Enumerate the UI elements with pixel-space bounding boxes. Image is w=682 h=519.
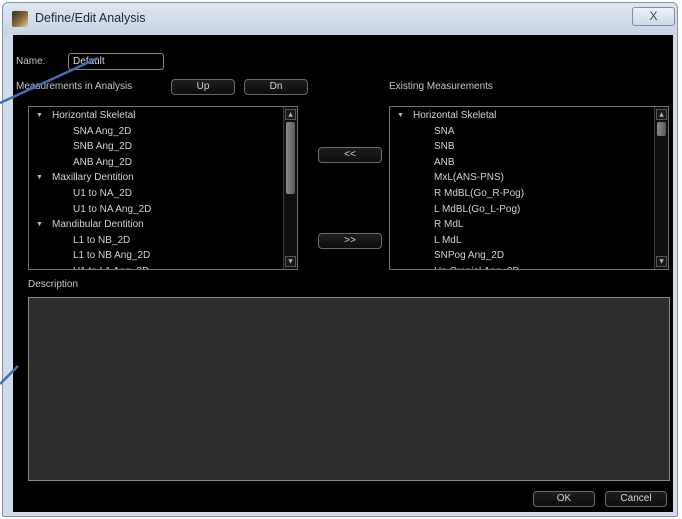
scroll-up-arrow-icon[interactable]: ▲ bbox=[656, 109, 667, 120]
existing-label: Existing Measurements bbox=[389, 81, 493, 92]
left-scrollbar[interactable]: ▲ ▼ bbox=[283, 107, 297, 269]
scroll-down-arrow-icon[interactable]: ▼ bbox=[285, 256, 296, 267]
list-item-label: L1 to NB Ang_2D bbox=[73, 250, 151, 262]
list-item-label: SNPog Ang_2D bbox=[434, 250, 505, 262]
list-item-label: MxL(ANS-PNS) bbox=[434, 172, 505, 184]
analysis-measurements-list[interactable]: ▼ Horizontal Skeletal SNA Ang_2D SNB Ang_2D… bbox=[28, 106, 298, 270]
triangle-down-icon[interactable]: ▼ bbox=[397, 108, 404, 123]
scroll-down-arrow-icon[interactable]: ▼ bbox=[656, 256, 667, 267]
description-label: Description bbox=[28, 279, 79, 290]
remove-measurement-button[interactable]: >> bbox=[318, 233, 382, 249]
up-button[interactable]: Up bbox=[171, 79, 235, 95]
list-item-label: L MdBL(Go_L-Pog) bbox=[434, 203, 521, 215]
list-item-label: L MdL bbox=[434, 234, 462, 246]
list-item-label: U1 to NA_2D bbox=[73, 188, 132, 199]
list-item-label: ANB bbox=[434, 156, 455, 168]
list-item-label: U1 to L1 Ang_2D bbox=[73, 264, 149, 269]
dialog-window: Define/Edit Analysis X Name: Default Mea… bbox=[2, 2, 678, 517]
add-measurement-button[interactable]: << bbox=[318, 147, 382, 163]
triangle-down-icon[interactable]: ▼ bbox=[36, 170, 43, 185]
title-bar[interactable]: Define/Edit Analysis X bbox=[3, 3, 677, 35]
list-item-label: Horizontal Skeletal bbox=[52, 110, 136, 121]
description-textarea[interactable] bbox=[28, 297, 670, 481]
list-item-label: U1 to NA Ang_2D bbox=[73, 203, 152, 215]
list-item-label: R MdL bbox=[434, 219, 464, 231]
existing-measurements-list[interactable]: ▼ Horizontal Skeletal SNA SNB ANB MxL(ANS-PNS… bbox=[389, 106, 669, 270]
window-title: Define/Edit Analysis bbox=[35, 11, 146, 25]
list-item-label: SNB bbox=[434, 141, 455, 153]
list-item-label: SNA Ang_2D bbox=[73, 125, 132, 137]
list-item-label: L1 to NB_2D bbox=[73, 234, 131, 246]
list-item-label: ANB Ang_2D bbox=[73, 156, 132, 168]
scroll-up-arrow-icon[interactable]: ▲ bbox=[285, 109, 296, 120]
ok-button[interactable]: OK bbox=[533, 491, 595, 507]
name-label: Name: bbox=[16, 56, 46, 67]
list-item-label: Up Cranial Ang_2D bbox=[434, 264, 520, 269]
list-item-label: Mandibular Dentition bbox=[52, 219, 144, 231]
list-item-label: R MdBL(Go_R-Pog) bbox=[434, 188, 525, 199]
name-input[interactable]: Default bbox=[68, 53, 164, 70]
triangle-down-icon[interactable]: ▼ bbox=[36, 217, 43, 232]
measurements-label: Measurements in Analysis bbox=[16, 81, 133, 92]
app-icon bbox=[12, 11, 28, 27]
dialog-body: Name: Default Measurements in Analysis U… bbox=[13, 35, 673, 512]
close-button[interactable]: X bbox=[632, 7, 675, 26]
list-item-label: Horizontal Skeletal bbox=[413, 110, 497, 121]
triangle-down-icon[interactable]: ▼ bbox=[36, 108, 43, 123]
list-item-label: Maxillary Dentition bbox=[52, 172, 134, 184]
list-item-label: SNA bbox=[434, 125, 455, 137]
down-button[interactable]: Dn bbox=[244, 79, 308, 95]
scrollbar-thumb[interactable] bbox=[657, 122, 666, 136]
list-item-label: SNB Ang_2D bbox=[73, 141, 132, 153]
scrollbar-thumb[interactable] bbox=[286, 122, 295, 194]
cancel-button[interactable]: Cancel bbox=[605, 491, 667, 507]
right-scrollbar[interactable]: ▲ ▼ bbox=[654, 107, 668, 269]
